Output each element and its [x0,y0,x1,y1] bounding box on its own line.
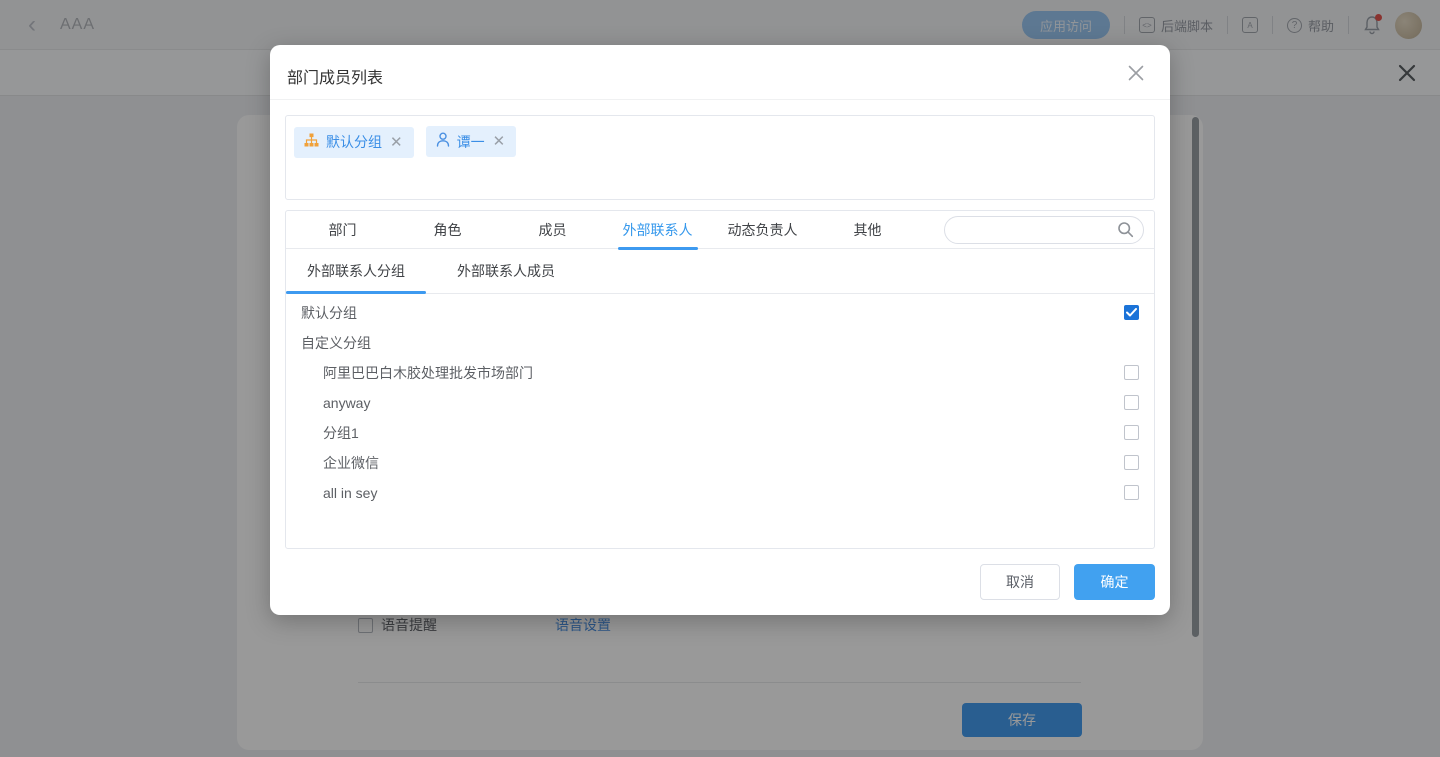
group-list: 默认分组自定义分组阿里巴巴白木胶处理批发市场部门 anyway 分组1 企业微信 all… [286,294,1154,508]
org-icon [304,133,319,147]
org-icon [304,133,319,152]
search-input[interactable] [944,216,1144,244]
cancel-button[interactable]: 取消 [980,564,1060,600]
person-icon [436,132,450,152]
tab-部门[interactable]: 部门 [290,211,395,249]
checkbox-unchecked[interactable] [1124,425,1139,440]
tag-remove-icon[interactable]: ✕ [389,135,404,150]
list-item-label: all in sey [286,485,377,501]
subtab-外部联系人成员[interactable]: 外部联系人成员 [436,249,576,293]
confirm-button[interactable]: 确定 [1074,564,1155,600]
person-icon [436,132,450,147]
check-icon [1126,308,1137,317]
selected-tag: 默认分组 ✕ [294,127,414,158]
checkbox-unchecked[interactable] [1124,395,1139,410]
list-item[interactable]: 默认分组 [286,298,1154,328]
tab-成员[interactable]: 成员 [500,211,605,249]
selected-tag: 谭一 ✕ [426,126,517,157]
list-item-label: anyway [286,395,370,411]
tab-外部联系人[interactable]: 外部联系人 [605,211,710,249]
member-picker: 部门角色成员外部联系人动态负责人其他 外部联系人分组外部联系人成员 默认分组自定… [285,210,1155,549]
search-icon[interactable] [1117,221,1134,238]
list-item-label: 自定义分组 [286,333,371,353]
list-item[interactable]: 分组1 [286,418,1154,448]
list-item[interactable]: all in sey [286,478,1154,508]
tab-其他[interactable]: 其他 [815,211,920,249]
selected-tags-area: 默认分组 ✕ 谭一 ✕ [285,115,1155,200]
list-item-label: 企业微信 [286,453,379,473]
list-item[interactable]: 阿里巴巴白木胶处理批发市场部门 [286,358,1154,388]
tag-label: 默认分组 [326,132,382,152]
dialog-title: 部门成员列表 [287,64,383,88]
tag-remove-icon[interactable]: ✕ [492,134,507,149]
tab-动态负责人[interactable]: 动态负责人 [710,211,815,249]
department-member-dialog: 部门成员列表 默认分组 ✕ 谭一 ✕ 部门角色成员外部联系人动态负责人其他 外部联系人… [270,45,1170,615]
tag-label: 谭一 [457,132,485,152]
picker-subtabs: 外部联系人分组外部联系人成员 [286,249,1154,294]
list-item[interactable]: 企业微信 [286,448,1154,478]
checkbox-unchecked[interactable] [1124,485,1139,500]
dialog-close-icon[interactable] [1126,63,1146,83]
list-item-label: 阿里巴巴白木胶处理批发市场部门 [286,363,533,383]
search-field [944,216,1144,244]
tab-角色[interactable]: 角色 [395,211,500,249]
picker-tabs: 部门角色成员外部联系人动态负责人其他 [286,211,1154,249]
list-item[interactable]: 自定义分组 [286,328,1154,358]
checkbox-unchecked[interactable] [1124,365,1139,380]
checkbox-checked[interactable] [1124,305,1139,320]
screen: ‹ AAA 应用访问 <> 后端脚本 A ? 帮助 [0,0,1440,757]
list-item-label: 默认分组 [286,303,357,323]
list-item[interactable]: anyway [286,388,1154,418]
dialog-header: 部门成员列表 [270,45,1170,100]
checkbox-unchecked[interactable] [1124,455,1139,470]
subtab-外部联系人分组[interactable]: 外部联系人分组 [286,249,426,293]
list-item-label: 分组1 [286,423,359,443]
